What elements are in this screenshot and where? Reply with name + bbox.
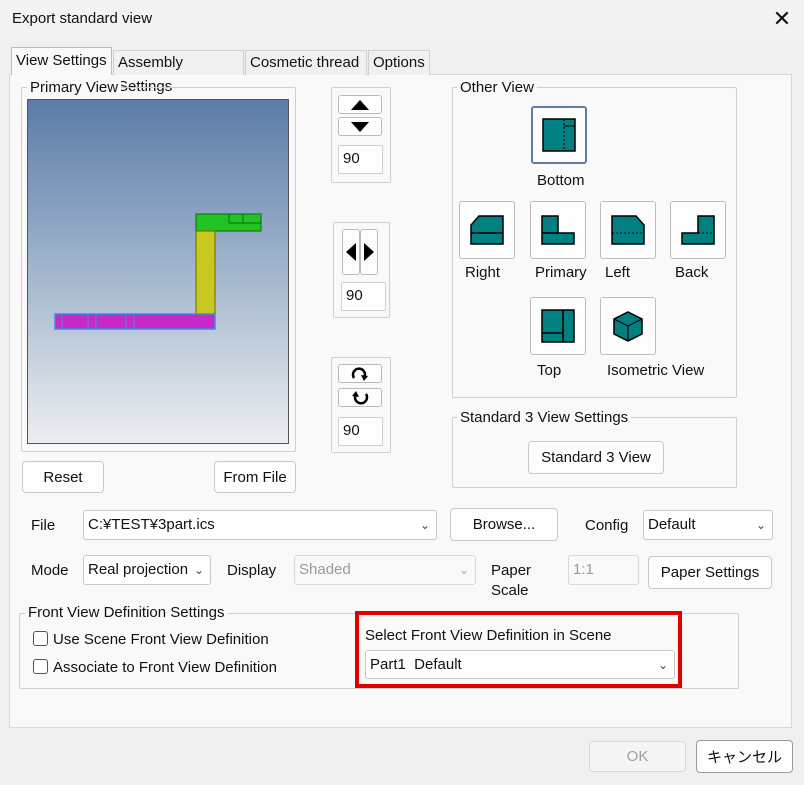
bottom-view-label: Bottom xyxy=(537,172,585,189)
display-combo[interactable]: Shaded ⌄ xyxy=(294,555,476,585)
model-preview-graphic xyxy=(54,213,262,330)
standard-3-view-button[interactable]: Standard 3 View xyxy=(528,441,664,474)
top-view-icon xyxy=(541,309,575,343)
config-combo[interactable]: Default ⌄ xyxy=(643,510,773,540)
triangle-right-icon xyxy=(364,243,374,261)
config-label: Config xyxy=(585,517,629,534)
isometric-view-icon xyxy=(613,311,643,342)
rotate-right-button[interactable] xyxy=(360,229,378,275)
primary-view-legend: Primary View xyxy=(27,80,122,96)
bottom-view-button[interactable] xyxy=(531,106,587,164)
front-view-legend: Front View Definition Settings xyxy=(25,605,228,621)
associate-front-view-label[interactable]: Associate to Front View Definition xyxy=(53,659,277,676)
horizontal-angle-field[interactable]: 90 xyxy=(341,282,386,311)
tab-cosmetic-thread[interactable]: Cosmetic thread xyxy=(245,50,367,75)
isometric-view-label: Isometric View xyxy=(607,362,705,379)
rotate-ccw-icon xyxy=(352,390,369,404)
roll-clockwise-button[interactable] xyxy=(338,364,382,383)
rotate-left-button[interactable] xyxy=(342,229,360,275)
paper-scale-label-line2: Scale xyxy=(491,582,529,599)
roll-angle-field[interactable]: 90 xyxy=(338,417,383,446)
file-combo[interactable]: C:¥TEST¥3part.ics ⌄ xyxy=(83,510,437,540)
ok-button[interactable]: OK xyxy=(589,741,686,772)
back-view-icon xyxy=(681,215,715,245)
other-view-legend: Other View xyxy=(457,80,537,96)
chevron-down-icon: ⌄ xyxy=(755,518,766,532)
file-label: File xyxy=(31,517,56,534)
paper-settings-button[interactable]: Paper Settings xyxy=(648,556,772,589)
use-scene-front-view-label[interactable]: Use Scene Front View Definition xyxy=(53,631,269,648)
close-icon[interactable]: ✕ xyxy=(766,4,798,36)
browse-button[interactable]: Browse... xyxy=(450,508,558,541)
chevron-down-icon: ⌄ xyxy=(419,518,430,532)
top-view-button[interactable] xyxy=(530,297,586,355)
paper-scale-field[interactable]: 1:1 xyxy=(568,555,639,585)
front-view-definition-value: Part1 Default xyxy=(370,656,462,673)
model-preview[interactable] xyxy=(27,99,289,444)
reset-button[interactable]: Reset xyxy=(22,461,104,493)
right-view-button[interactable] xyxy=(459,201,515,259)
tab-options[interactable]: Options xyxy=(368,50,430,75)
select-front-view-label: Select Front View Definition in Scene xyxy=(365,627,612,644)
tab-assembly-settings[interactable]: Assembly Settings xyxy=(113,50,244,95)
mode-label: Mode xyxy=(31,562,69,579)
rotate-cw-icon xyxy=(351,367,368,381)
front-view-definition-combo[interactable]: Part1 Default ⌄ xyxy=(365,650,675,679)
primary-view-button[interactable] xyxy=(530,201,586,259)
chevron-down-icon: ⌄ xyxy=(193,563,204,577)
isometric-view-button[interactable] xyxy=(600,297,656,355)
primary-view-label: Primary xyxy=(535,264,587,281)
roll-counterclockwise-button[interactable] xyxy=(338,388,382,407)
mode-combo-value: Real projection xyxy=(88,561,189,578)
standard3-legend: Standard 3 View Settings xyxy=(457,410,632,426)
primary-view-icon xyxy=(541,215,575,245)
file-combo-value: C:¥TEST¥3part.ics xyxy=(88,516,215,533)
vertical-angle-field[interactable]: 90 xyxy=(338,145,383,174)
triangle-left-icon xyxy=(346,243,356,261)
window-title: Export standard view xyxy=(12,10,153,27)
back-view-label: Back xyxy=(675,264,709,281)
from-file-button[interactable]: From File xyxy=(214,461,296,493)
right-view-icon xyxy=(470,215,504,245)
display-label: Display xyxy=(227,562,277,579)
triangle-up-icon xyxy=(351,99,369,110)
associate-front-view-checkbox[interactable] xyxy=(33,659,48,674)
chevron-down-icon: ⌄ xyxy=(657,658,668,672)
chevron-down-icon: ⌄ xyxy=(458,563,469,577)
right-view-label: Right xyxy=(465,264,501,281)
use-scene-front-view-checkbox[interactable] xyxy=(33,631,48,646)
tab-view-settings[interactable]: View Settings xyxy=(11,47,112,75)
cancel-button[interactable]: キャンセル xyxy=(696,740,793,773)
paper-scale-label-line1: Paper xyxy=(491,562,532,579)
config-combo-value: Default xyxy=(648,516,696,533)
left-view-button[interactable] xyxy=(600,201,656,259)
display-combo-value: Shaded xyxy=(299,561,351,578)
left-view-label: Left xyxy=(605,264,631,281)
top-view-label: Top xyxy=(537,362,562,379)
left-view-icon xyxy=(611,215,645,245)
rotate-up-button[interactable] xyxy=(338,95,382,114)
triangle-down-icon xyxy=(351,121,369,132)
bottom-view-icon xyxy=(542,118,576,152)
rotate-down-button[interactable] xyxy=(338,117,382,136)
back-view-button[interactable] xyxy=(670,201,726,259)
mode-combo[interactable]: Real projection ⌄ xyxy=(83,555,211,585)
